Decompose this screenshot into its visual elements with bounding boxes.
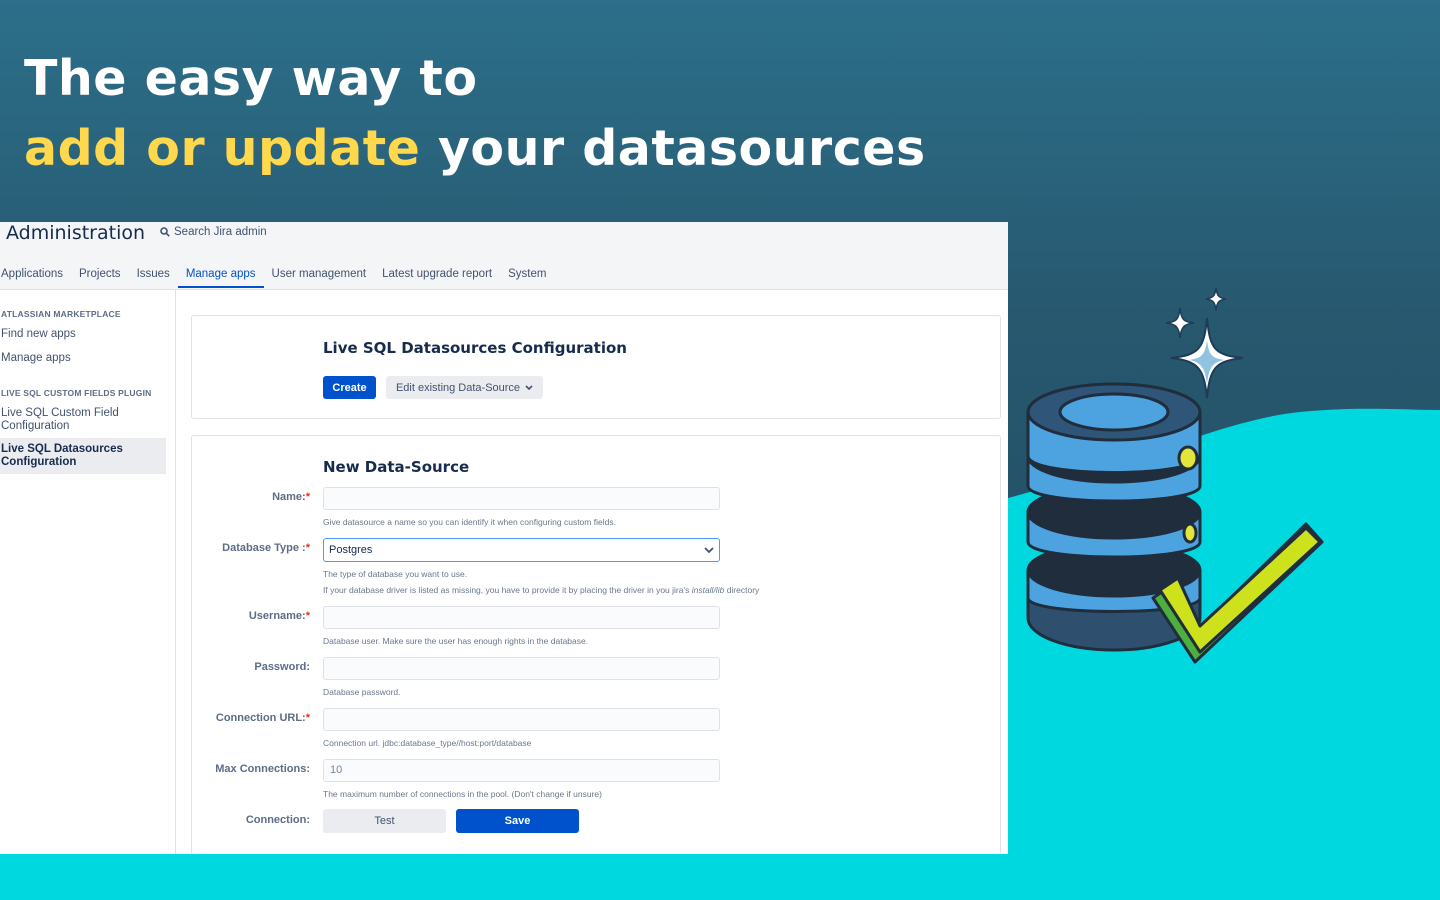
headline-rest: your datasources [420, 120, 926, 177]
admin-header: Administration Search Jira admin Applica… [0, 222, 1008, 290]
sparkle-icon [1165, 287, 1244, 399]
database-illustration [1026, 287, 1324, 664]
tab-projects[interactable]: Projects [71, 266, 129, 288]
database-type-help: The type of database you want to use. [323, 569, 468, 579]
search-admin[interactable]: Search Jira admin [160, 226, 267, 238]
connection-url-label: Connection URL:* [215, 712, 310, 724]
sidebar-item-datasources-config[interactable]: Live SQL Datasources Configuration [0, 438, 166, 474]
name-input[interactable] [323, 487, 720, 510]
sidebar-heading-plugin: LIVE SQL CUSTOM FIELDS PLUGIN [1, 388, 152, 398]
database-type-value: Postgres [329, 544, 373, 556]
headline-line2: add or update your datasources [24, 114, 926, 184]
tab-manage-apps[interactable]: Manage apps [177, 266, 264, 288]
edit-existing-datasource-dropdown[interactable]: Edit existing Data-Source [386, 376, 543, 399]
tab-system[interactable]: System [500, 266, 554, 288]
database-driver-help: If your database driver is listed as mis… [323, 585, 760, 595]
datasources-config-card: Live SQL Datasources Configuration Creat… [191, 315, 1001, 419]
tab-issues[interactable]: Issues [129, 266, 178, 288]
sidebar-heading-marketplace: ATLASSIAN MARKETPLACE [1, 309, 121, 319]
connection-label: Connection: [245, 814, 310, 826]
search-icon [160, 227, 170, 237]
chevron-down-icon [704, 546, 714, 553]
search-placeholder: Search Jira admin [174, 226, 267, 238]
tab-latest-upgrade-report[interactable]: Latest upgrade report [374, 266, 500, 288]
chevron-down-icon [525, 384, 533, 390]
test-button[interactable]: Test [323, 809, 446, 833]
sidebar-item-custom-field-config[interactable]: Live SQL Custom Field Configuration [0, 407, 130, 433]
sidebar: ATLASSIAN MARKETPLACE Find new apps Mana… [0, 290, 176, 854]
admin-tabs: Applications Projects Issues Manage apps… [0, 266, 554, 288]
save-button[interactable]: Save [456, 809, 579, 833]
name-label: Name:* [272, 491, 310, 503]
connection-url-help: Connection url. jdbc:database_type//host… [323, 738, 532, 748]
required-marker: * [305, 712, 310, 724]
edit-existing-label: Edit existing Data-Source [395, 381, 521, 394]
form-title: New Data-Source [323, 458, 470, 476]
new-datasource-form: New Data-Source Name:* Give datasource a… [191, 435, 1001, 854]
username-input[interactable] [323, 606, 720, 629]
username-help: Database user. Make sure the user has en… [323, 636, 589, 646]
create-button[interactable]: Create [323, 376, 376, 399]
page-title: Administration [6, 222, 146, 244]
tab-applications[interactable]: Applications [0, 266, 71, 288]
password-label: Password: [254, 661, 310, 673]
database-type-label: Database Type :* [222, 542, 310, 554]
config-title: Live SQL Datasources Configuration [323, 339, 627, 357]
sidebar-item-manage-apps[interactable]: Manage apps [0, 352, 71, 365]
required-marker: * [305, 491, 310, 503]
max-connections-label: Max Connections: [215, 763, 310, 775]
headline-line1: The easy way to [24, 50, 478, 107]
password-input[interactable] [323, 657, 720, 680]
required-marker: * [305, 542, 310, 554]
headline-accent: add or update [24, 120, 421, 177]
username-label: Username:* [248, 610, 310, 622]
tab-user-management[interactable]: User management [264, 266, 375, 288]
sidebar-item-find-new-apps[interactable]: Find new apps [0, 328, 76, 341]
max-connections-help: The maximum number of connections in the… [323, 789, 602, 799]
max-connections-input[interactable]: 10 [323, 759, 720, 782]
hero-headline: The easy way to add or update your datas… [24, 44, 926, 184]
jira-admin-screenshot: Administration Search Jira admin Applica… [0, 222, 1008, 854]
required-marker: * [305, 610, 310, 622]
password-help: Database password. [323, 687, 401, 697]
name-help: Give datasource a name so you can identi… [323, 517, 616, 527]
database-type-select[interactable]: Postgres [323, 538, 720, 562]
connection-url-input[interactable] [323, 708, 720, 731]
